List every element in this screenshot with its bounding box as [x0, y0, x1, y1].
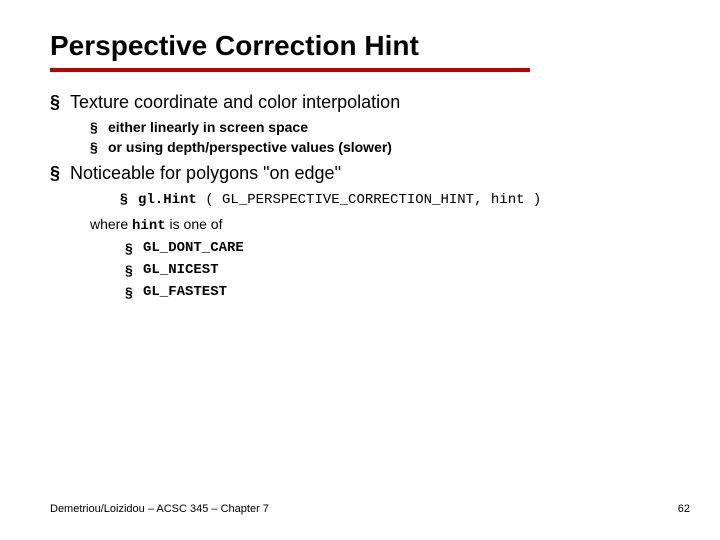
- bullet-1-children: either linearly in screen space or using…: [90, 119, 670, 155]
- bullet-2-children: gl.Hint ( GL_PERSPECTIVE_CORRECTION_HINT…: [120, 190, 670, 208]
- where-post: is one of: [166, 216, 223, 232]
- bullet-2-text: Noticeable for polygons "on edge": [70, 163, 341, 183]
- code-arg1: GL_PERSPECTIVE_CORRECTION_HINT: [222, 192, 474, 208]
- page-number: 62: [678, 503, 690, 515]
- where-code: hint: [132, 218, 166, 234]
- bullet-2: Noticeable for polygons "on edge" gl.Hin…: [50, 163, 670, 300]
- hint-1: GL_DONT_CARE: [125, 240, 670, 256]
- title-rule: [50, 68, 530, 72]
- bullet-1-1: either linearly in screen space: [90, 119, 670, 135]
- bullet-1-text: Texture coordinate and color interpolati…: [70, 92, 400, 112]
- hint-3: GL_FASTEST: [125, 284, 670, 300]
- code-line: gl.Hint ( GL_PERSPECTIVE_CORRECTION_HINT…: [120, 190, 670, 208]
- bullet-1: Texture coordinate and color interpolati…: [50, 92, 670, 155]
- code-fn: gl.Hint: [138, 192, 197, 208]
- footer-left: Demetriou/Loizidou – ACSC 345 – Chapter …: [50, 503, 269, 515]
- where-pre: where: [90, 216, 132, 232]
- code-sep: ,: [474, 192, 491, 208]
- code-close: ): [525, 192, 542, 208]
- code-open: (: [197, 192, 222, 208]
- hint-list: GL_DONT_CARE GL_NICEST GL_FASTEST: [125, 240, 670, 300]
- bullet-1-2: or using depth/perspective values (slowe…: [90, 139, 670, 155]
- slide-title: Perspective Correction Hint: [50, 30, 670, 62]
- hint-2: GL_NICEST: [125, 262, 670, 278]
- where-line: where hint is one of: [90, 216, 670, 234]
- bullet-list: Texture coordinate and color interpolati…: [50, 92, 670, 300]
- code-arg2: hint: [491, 192, 525, 208]
